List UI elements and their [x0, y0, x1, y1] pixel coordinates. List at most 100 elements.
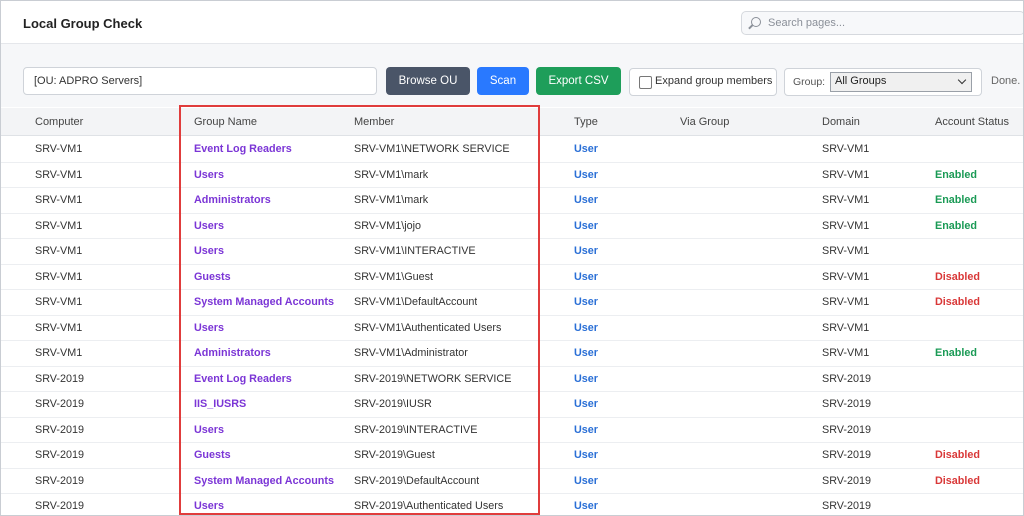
search-placeholder[interactable]: Search pages... [768, 17, 845, 29]
table-row[interactable]: SRV-2019 Users SRV-2019\Authenticated User… [1, 493, 1023, 515]
header-domain[interactable]: Domain [822, 116, 860, 128]
cell-computer: SRV-2019 [35, 500, 85, 512]
cell-group-name[interactable]: Users [194, 322, 334, 334]
table-header: Computer Group Name Member Type Via Grou… [1, 108, 1023, 136]
cell-type[interactable]: User [574, 220, 598, 232]
table-row[interactable]: SRV-VM1 Users SRV-VM1\jojo User SRV-VM1 Enabl… [1, 213, 1023, 239]
expand-checkbox[interactable] [639, 76, 652, 89]
group-filter: Group: All Groups [784, 68, 982, 96]
table-row[interactable]: SRV-VM1 Users SRV-VM1\INTERACTIVE User SRV-V… [1, 238, 1023, 265]
header-group-name[interactable]: Group Name [194, 116, 257, 128]
table-row[interactable]: SRV-2019 IIS_IUSRS SRV-2019\IUSR User SRV-20… [1, 391, 1023, 418]
table-row[interactable]: SRV-2019 Guests SRV-2019\Guest User SRV-2019… [1, 442, 1023, 469]
cell-type[interactable]: User [574, 245, 598, 257]
cell-type[interactable]: User [574, 424, 598, 436]
browse-ou-button[interactable]: Browse OU [386, 67, 470, 95]
cell-computer: SRV-VM1 [35, 143, 83, 155]
export-csv-button[interactable]: Export CSV [536, 67, 621, 95]
cell-computer: SRV-2019 [35, 372, 85, 385]
cell-member: SRV-VM1\INTERACTIVE [354, 245, 476, 257]
cell-computer: SRV-2019 [35, 449, 85, 461]
cell-type[interactable]: User [574, 398, 598, 410]
cell-member: SRV-VM1\NETWORK SERVICE [354, 143, 510, 155]
cell-group-name[interactable]: Administrators [194, 347, 334, 359]
cell-type[interactable]: User [574, 143, 598, 155]
table-row[interactable]: SRV-VM1 System Managed Accounts G SRV-VM1\… [1, 289, 1023, 316]
cell-group-name[interactable]: Event Log Readers [194, 373, 334, 385]
cell-computer: SRV-2019 [35, 398, 85, 410]
header-account-status[interactable]: Account Status [935, 116, 1009, 128]
cell-member: SRV-VM1\Guest [354, 270, 434, 283]
cell-account-status: Enabled [935, 194, 977, 206]
table-row[interactable]: SRV-2019 System Managed Accounts G SRV-201… [1, 468, 1023, 494]
cell-group-name[interactable]: Administrators [194, 194, 334, 206]
cell-group-name[interactable]: Users [194, 245, 334, 257]
table-row[interactable]: SRV-2019 Event Log Readers SRV-2019\NETWOR… [1, 366, 1023, 392]
cell-type[interactable]: User [574, 169, 598, 181]
cell-account-status: Enabled [935, 168, 977, 181]
header-type[interactable]: Type [574, 116, 598, 128]
cell-member: SRV-VM1\DefaultAccount [354, 296, 478, 308]
cell-group-name[interactable]: Guests [194, 271, 334, 283]
cell-account-status: Enabled [935, 219, 977, 232]
cell-member: SRV-2019\IUSR [354, 398, 432, 410]
cell-account-status: Disabled [935, 474, 981, 487]
cell-domain: SRV-VM1 [822, 270, 870, 283]
table-row[interactable]: SRV-VM1 Users SRV-VM1\Authenticated Users U… [1, 315, 1023, 341]
cell-group-name[interactable]: Guests [194, 449, 334, 461]
cell-computer: SRV-VM1 [35, 168, 83, 181]
cell-computer: SRV-VM1 [35, 296, 83, 308]
table-row[interactable]: SRV-VM1 Users SRV-VM1\mark User SRV-VM1 Enabl… [1, 162, 1023, 188]
cell-group-name[interactable]: System Managed Accounts G [194, 475, 334, 487]
ou-input[interactable] [23, 67, 377, 95]
cell-type[interactable]: User [574, 347, 598, 359]
cell-group-name[interactable]: Users [194, 220, 334, 232]
table-row[interactable]: SRV-VM1 Event Log Readers SRV-VM1\NETWORK … [1, 136, 1023, 163]
cell-member: SRV-2019\DefaultAccount [354, 474, 480, 487]
group-select-value: All Groups [835, 75, 887, 87]
cell-domain: SRV-2019 [822, 398, 872, 410]
cell-group-name[interactable]: System Managed Accounts G [194, 296, 334, 308]
cell-member: SRV-VM1\mark [354, 168, 429, 181]
cell-member: SRV-2019\Authenticated Users [354, 500, 504, 512]
cell-computer: SRV-2019 [35, 423, 85, 436]
cell-type[interactable]: User [574, 296, 598, 308]
table-row[interactable]: SRV-VM1 Administrators SRV-VM1\mark User SRV… [1, 187, 1023, 214]
cell-computer: SRV-VM1 [35, 194, 83, 206]
header-computer[interactable]: Computer [35, 116, 83, 128]
cell-domain: SRV-2019 [822, 423, 872, 436]
cell-group-name[interactable]: Users [194, 169, 334, 181]
cell-type[interactable]: User [574, 194, 598, 206]
header: Local Group Check Search pages... [1, 1, 1023, 44]
cell-domain: SRV-2019 [822, 372, 872, 385]
group-select[interactable]: All Groups [830, 72, 972, 92]
cell-group-name[interactable]: Event Log Readers [194, 143, 334, 155]
cell-domain: SRV-VM1 [822, 143, 870, 155]
cell-account-status: Disabled [935, 296, 981, 308]
table-row[interactable]: SRV-2019 Users SRV-2019\INTERACTIVE User SRV… [1, 417, 1023, 443]
cell-type[interactable]: User [574, 475, 598, 487]
cell-type[interactable]: User [574, 373, 598, 385]
cell-account-status: Disabled [935, 270, 981, 283]
cell-group-name[interactable]: Users [194, 424, 334, 436]
search-box[interactable]: Search pages... [741, 11, 1023, 35]
cell-domain: SRV-2019 [822, 500, 872, 512]
cell-group-name[interactable]: IIS_IUSRS [194, 398, 334, 410]
header-member[interactable]: Member [354, 116, 394, 128]
cell-member: SRV-VM1\jojo [354, 219, 422, 232]
cell-account-status: Disabled [935, 449, 981, 461]
header-via-group[interactable]: Via Group [680, 116, 729, 128]
cell-type[interactable]: User [574, 271, 598, 283]
expand-group-members-toggle[interactable]: Expand group members [629, 68, 777, 96]
app-window: Local Group Check Search pages... Browse… [0, 0, 1024, 516]
cell-type[interactable]: User [574, 500, 598, 512]
cell-type[interactable]: User [574, 322, 598, 334]
cell-group-name[interactable]: Users [194, 500, 334, 512]
cell-domain: SRV-VM1 [822, 296, 870, 308]
cell-computer: SRV-VM1 [35, 245, 83, 257]
status-text: Done. C [991, 75, 1023, 87]
cell-type[interactable]: User [574, 449, 598, 461]
table-row[interactable]: SRV-VM1 Administrators SRV-VM1\Administrat… [1, 340, 1023, 367]
table-row[interactable]: SRV-VM1 Guests SRV-VM1\Guest User SRV-VM1 Dis… [1, 264, 1023, 290]
scan-button[interactable]: Scan [477, 67, 529, 95]
